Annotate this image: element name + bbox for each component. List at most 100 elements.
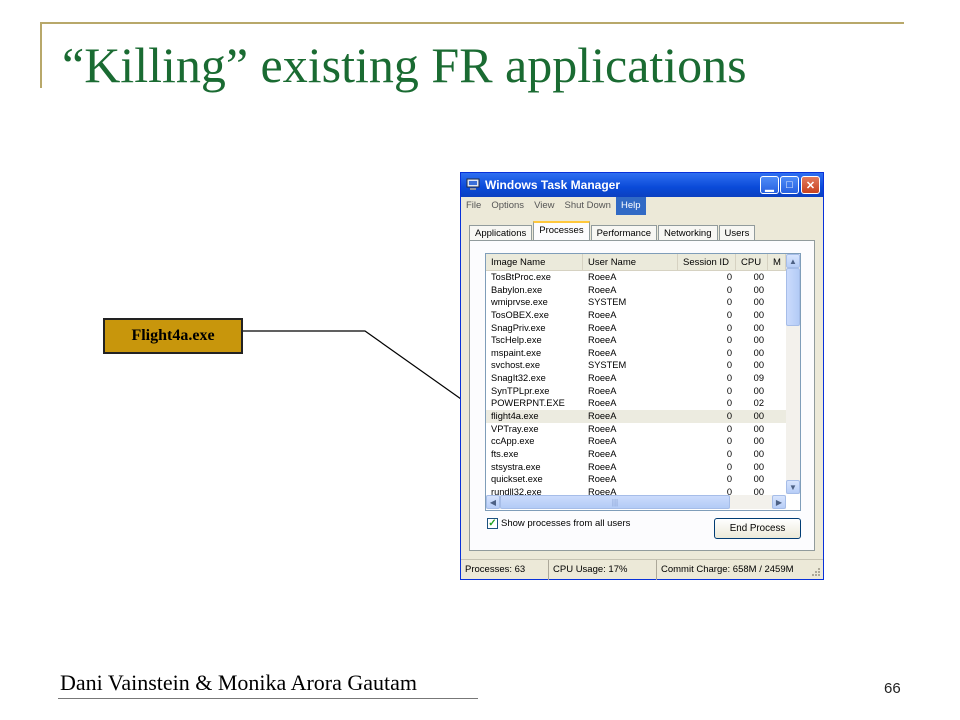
menu-file[interactable]: File: [461, 197, 486, 215]
table-row[interactable]: flight4a.exe RoeeA 0 00: [486, 410, 786, 423]
scroll-up-button[interactable]: ▲: [786, 254, 800, 268]
cell-mem: [768, 309, 786, 322]
cell-mem: [768, 461, 786, 474]
vertical-scrollbar[interactable]: ▲ ▼: [786, 254, 800, 494]
process-list[interactable]: Image Name User Name Session ID CPU M To…: [485, 253, 801, 511]
close-button[interactable]: ✕: [801, 176, 820, 194]
cell-cpu: 00: [753, 322, 764, 333]
table-row[interactable]: VPTray.exe RoeeA 0 00: [486, 423, 786, 436]
scroll-down-button[interactable]: ▼: [786, 480, 800, 494]
menu-shut-down[interactable]: Shut Down: [559, 197, 615, 215]
cell-user-name: SYSTEM: [588, 360, 627, 371]
column-mem[interactable]: M: [768, 254, 786, 270]
chevron-up-icon: ▲: [789, 256, 797, 266]
cell-cpu: 00: [753, 411, 764, 422]
tab-users[interactable]: Users: [718, 225, 756, 241]
table-row[interactable]: mspaint.exe RoeeA 0 00: [486, 347, 786, 360]
horizontal-scroll-thumb[interactable]: |||: [500, 495, 730, 509]
show-all-users-checkbox[interactable]: ✓: [487, 518, 498, 529]
scroll-right-button[interactable]: ▶: [772, 495, 786, 509]
menu-options[interactable]: Options: [486, 197, 529, 215]
resize-grip-icon[interactable]: [811, 567, 821, 577]
cell-user-name: SYSTEM: [588, 297, 627, 308]
table-row[interactable]: Babylon.exe RoeeA 0 00: [486, 284, 786, 297]
cell-image-name: VPTray.exe: [491, 423, 539, 434]
close-icon: ✕: [805, 179, 816, 192]
table-row[interactable]: quickset.exe RoeeA 0 00: [486, 473, 786, 486]
cell-image-name: stsystra.exe: [491, 461, 541, 472]
cell-session-id: 0: [726, 360, 732, 371]
cell-mem: [768, 359, 786, 372]
cell-cpu: 00: [753, 347, 764, 358]
cell-user-name: RoeeA: [588, 411, 617, 422]
cell-mem: [768, 284, 786, 297]
cell-session-id: 0: [726, 474, 732, 485]
process-rows: TosBtProc.exe RoeeA 0 00 Babylon.exe RoeeA 0 00…: [486, 271, 786, 499]
tab-networking[interactable]: Networking: [657, 225, 718, 241]
cell-session-id: 0: [726, 411, 732, 422]
cell-cpu: 00: [753, 272, 764, 282]
column-user-name[interactable]: User Name: [583, 254, 678, 270]
left-rule: [40, 22, 42, 88]
cell-session-id: 0: [726, 436, 732, 447]
end-process-button[interactable]: End Process: [714, 518, 801, 539]
cell-image-name: Babylon.exe: [491, 284, 543, 295]
table-row[interactable]: wmiprvse.exe SYSTEM 0 00: [486, 296, 786, 309]
cell-session-id: 0: [726, 322, 732, 333]
show-all-users-option[interactable]: ✓ Show processes from all users: [487, 518, 630, 529]
chevron-right-icon: ▶: [775, 497, 783, 507]
cell-cpu: 00: [753, 297, 764, 308]
cell-session-id: 0: [726, 297, 732, 308]
cell-user-name: RoeeA: [588, 322, 617, 333]
horizontal-scrollbar[interactable]: ◀ ||| ▶: [486, 495, 786, 509]
cell-mem: [768, 334, 786, 347]
cell-user-name: RoeeA: [588, 284, 617, 295]
table-row[interactable]: fts.exe RoeeA 0 00: [486, 448, 786, 461]
menu-view[interactable]: View: [529, 197, 559, 215]
cell-user-name: RoeeA: [588, 474, 617, 485]
cell-user-name: RoeeA: [588, 373, 617, 384]
cell-image-name: wmiprvse.exe: [491, 297, 548, 308]
cell-image-name: SynTPLpr.exe: [491, 385, 550, 396]
table-row[interactable]: TscHelp.exe RoeeA 0 00: [486, 334, 786, 347]
column-session-id[interactable]: Session ID: [678, 254, 736, 270]
tab-processes[interactable]: Processes: [533, 221, 590, 241]
flight4a-callout: Flight4a.exe: [103, 318, 243, 354]
table-row[interactable]: ccApp.exe RoeeA 0 00: [486, 435, 786, 448]
table-row[interactable]: svchost.exe SYSTEM 0 00: [486, 359, 786, 372]
cell-user-name: RoeeA: [588, 423, 617, 434]
table-row[interactable]: TosOBEX.exe RoeeA 0 00: [486, 309, 786, 322]
task-manager-window: Windows Task Manager ▁ □ ✕ File Options …: [460, 172, 824, 580]
table-row[interactable]: SynTPLpr.exe RoeeA 0 00: [486, 385, 786, 398]
cell-mem: [768, 423, 786, 436]
scroll-left-button[interactable]: ◀: [486, 495, 500, 509]
column-cpu[interactable]: CPU: [736, 254, 768, 270]
top-rule: [40, 22, 904, 24]
menu-help[interactable]: Help: [615, 197, 646, 215]
cell-mem: [768, 322, 786, 335]
menu-bar: File Options View Shut Down Help: [461, 197, 823, 215]
vertical-scroll-thumb[interactable]: [786, 268, 800, 326]
cell-user-name: RoeeA: [588, 347, 617, 358]
cell-user-name: RoeeA: [588, 461, 617, 472]
cell-user-name: RoeeA: [588, 309, 617, 320]
cell-image-name: SnagIt32.exe: [491, 373, 546, 384]
table-row[interactable]: stsystra.exe RoeeA 0 00: [486, 461, 786, 474]
list-header: Image Name User Name Session ID CPU M: [486, 254, 786, 271]
cell-cpu: 00: [753, 461, 764, 472]
table-row[interactable]: TosBtProc.exe RoeeA 0 00: [486, 271, 786, 284]
cell-user-name: RoeeA: [588, 272, 617, 282]
maximize-button[interactable]: □: [780, 176, 799, 194]
slide-title: “Killing” existing FR applications: [62, 37, 747, 93]
tab-applications[interactable]: Applications: [469, 225, 533, 241]
minimize-button[interactable]: ▁: [760, 176, 779, 194]
cell-session-id: 0: [726, 347, 732, 358]
table-row[interactable]: SnagPriv.exe RoeeA 0 00: [486, 322, 786, 335]
column-image-name[interactable]: Image Name: [486, 254, 583, 270]
table-row[interactable]: SnagIt32.exe RoeeA 0 09: [486, 372, 786, 385]
cell-session-id: 0: [726, 448, 732, 459]
title-bar[interactable]: Windows Task Manager ▁ □ ✕: [461, 173, 823, 197]
tab-performance[interactable]: Performance: [590, 225, 657, 241]
table-row[interactable]: POWERPNT.EXE RoeeA 0 02: [486, 397, 786, 410]
window-title: Windows Task Manager: [485, 178, 621, 192]
